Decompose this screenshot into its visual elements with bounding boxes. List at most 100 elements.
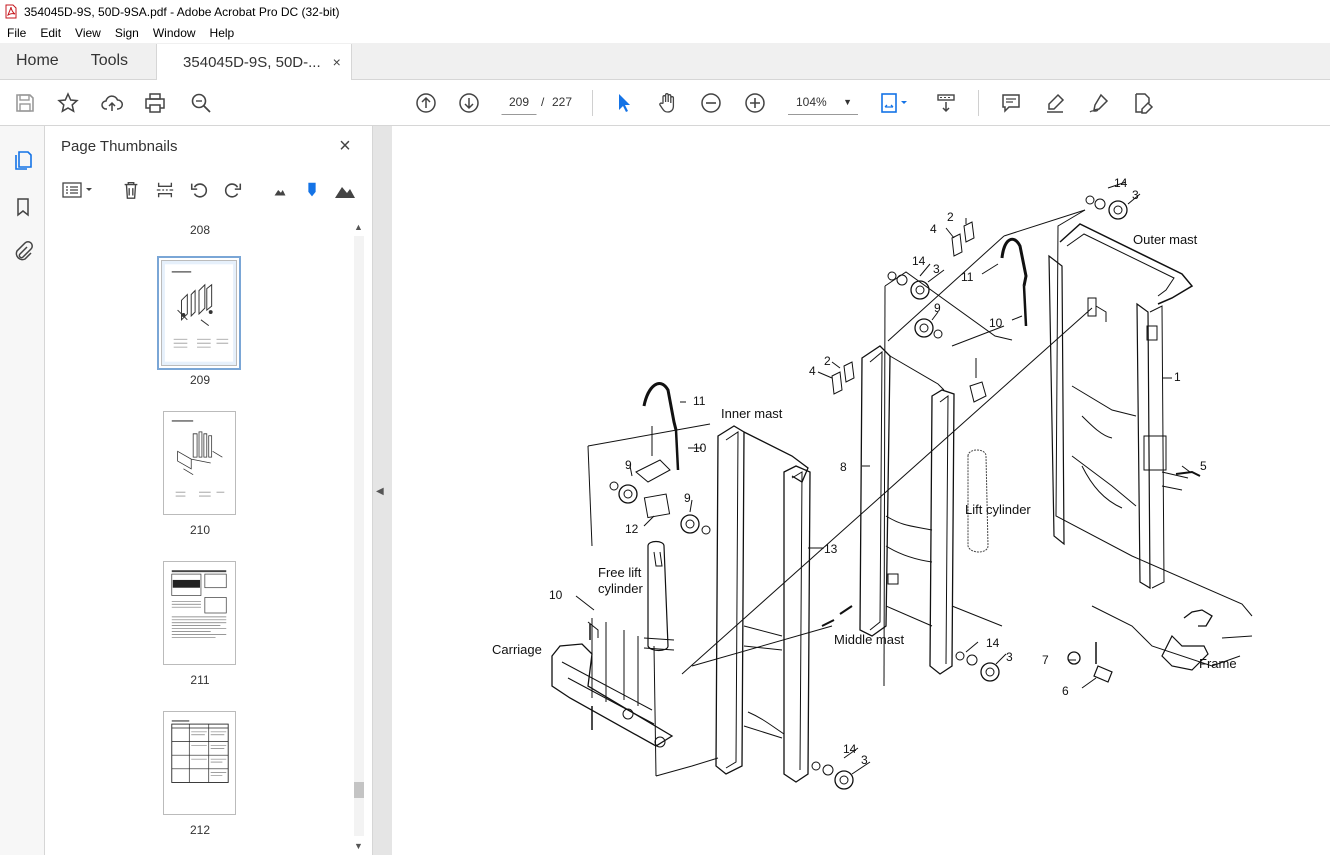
page-thumbnail-209[interactable]	[157, 256, 241, 370]
callout-number: 1	[1174, 370, 1181, 384]
thumbnail-options-icon[interactable]	[61, 178, 95, 202]
pdf-file-icon	[5, 4, 17, 19]
menu-file[interactable]: File	[0, 26, 33, 40]
callout-number: 10	[989, 316, 1003, 330]
search-zoom-icon[interactable]	[188, 90, 214, 116]
rotate-right-icon[interactable]	[221, 178, 245, 202]
thumbnail-preview	[171, 720, 229, 783]
zoom-level-select[interactable]: 104% ▼	[788, 90, 858, 115]
acrobat-window: 354045D-9S, 50D-9SA.pdf - Adobe Acrobat …	[0, 0, 1330, 855]
thumbnail-label: 208	[189, 223, 211, 237]
menu-view[interactable]: View	[68, 26, 108, 40]
thumbnail-preview	[164, 264, 234, 362]
scrollbar-track[interactable]	[354, 236, 364, 836]
callout-number: 3	[861, 753, 868, 767]
menu-window[interactable]: Window	[146, 26, 203, 40]
close-icon[interactable]: ×	[334, 135, 356, 157]
callout-number: 11	[961, 270, 974, 284]
star-bookmark-icon[interactable]	[55, 90, 81, 116]
next-page-icon[interactable]	[456, 90, 482, 116]
callout-number: 14	[912, 254, 926, 268]
page-fit-icon[interactable]	[877, 90, 911, 116]
previous-page-icon[interactable]	[413, 90, 439, 116]
thumbnail-zoom-marker-icon[interactable]	[300, 178, 324, 202]
label-carriage: Carriage	[492, 642, 542, 657]
label-inner-mast: Inner mast	[721, 406, 783, 421]
callout-number: 9	[625, 458, 632, 472]
select-cursor-icon[interactable]	[611, 90, 637, 116]
scroll-mode-icon[interactable]	[933, 90, 959, 116]
page-thumbnails-panel: Page Thumbnails × 208 209 210 211 212 ▲ …	[45, 126, 373, 855]
thumbnail-scrollbar[interactable]: ▲ ▼	[351, 220, 366, 855]
zoom-in-icon[interactable]	[742, 90, 768, 116]
highlight-pen-icon[interactable]	[1042, 90, 1068, 116]
toolbar-divider	[978, 90, 979, 116]
callout-number: 13	[824, 542, 838, 556]
label-outer-mast: Outer mast	[1133, 232, 1198, 247]
tab-row: Home Tools 354045D-9S, 50D-... ×	[0, 43, 1330, 80]
menu-bar: File Edit View Sign Window Help	[0, 23, 1330, 43]
callout-number: 9	[934, 301, 941, 315]
zoom-level-value: 104%	[796, 95, 827, 109]
thumbnail-toolbar	[45, 176, 373, 204]
page-thumbnail-210[interactable]	[163, 411, 236, 515]
bookmark-icon[interactable]	[10, 194, 36, 220]
callout-number: 4	[809, 364, 816, 378]
tab-document[interactable]: 354045D-9S, 50D-... ×	[156, 44, 352, 80]
page-number-input[interactable]: 209	[501, 90, 537, 115]
pdf-page: Outer mast Inner mast Middle mast Lift c…	[392, 126, 1330, 855]
draw-sign-icon[interactable]	[1086, 90, 1112, 116]
trash-icon[interactable]	[119, 178, 143, 202]
thumbnail-label: 212	[189, 823, 211, 837]
scroll-down-icon[interactable]: ▼	[354, 841, 363, 851]
menu-sign[interactable]: Sign	[108, 26, 146, 40]
callout-number: 12	[625, 522, 639, 536]
scroll-up-icon[interactable]: ▲	[354, 222, 363, 232]
document-view[interactable]: Outer mast Inner mast Middle mast Lift c…	[373, 126, 1330, 855]
scrollbar-thumb[interactable]	[354, 782, 364, 798]
thumbnail-small-icon[interactable]	[268, 178, 292, 202]
upload-cloud-icon[interactable]	[99, 90, 125, 116]
page-thumbnail-212[interactable]	[163, 711, 236, 815]
title-bar: 354045D-9S, 50D-9SA.pdf - Adobe Acrobat …	[0, 0, 1330, 23]
comment-icon[interactable]	[998, 90, 1024, 116]
tab-home[interactable]: Home	[0, 43, 75, 79]
attachment-paperclip-icon[interactable]	[10, 238, 36, 264]
label-free-lift-cylinder-line2: cylinder	[598, 581, 643, 596]
save-icon[interactable]	[12, 90, 38, 116]
callout-number: 11	[693, 394, 706, 408]
tab-close-icon[interactable]: ×	[333, 54, 341, 70]
menu-help[interactable]: Help	[203, 26, 242, 40]
hand-tool-icon[interactable]	[655, 90, 681, 116]
callout-number: 14	[986, 636, 1000, 650]
callout-number: 8	[840, 460, 847, 474]
page-total: 227	[552, 95, 573, 109]
callout-number: 4	[930, 222, 937, 236]
chevron-down-icon: ▼	[843, 97, 852, 107]
callout-number: 10	[549, 588, 563, 602]
menu-edit[interactable]: Edit	[33, 26, 68, 40]
callout-number: 3	[933, 262, 940, 276]
insert-page-icon[interactable]	[153, 178, 177, 202]
callout-number: 9	[684, 491, 691, 505]
tab-tools[interactable]: Tools	[75, 43, 144, 79]
thumbnail-preview	[171, 420, 225, 497]
callout-number: 6	[1062, 684, 1069, 698]
thumbnail-large-icon[interactable]	[333, 178, 357, 202]
page-thumbnails-icon[interactable]	[10, 146, 36, 172]
print-icon[interactable]	[142, 90, 168, 116]
thumbnail-label: 211	[190, 673, 210, 687]
panel-title: Page Thumbnails	[61, 138, 178, 155]
zoom-out-icon[interactable]	[698, 90, 724, 116]
thumbnail-label: 210	[189, 523, 211, 537]
panel-collapse-icon[interactable]: ◀	[376, 486, 386, 500]
page-thumbnail-211[interactable]	[163, 561, 236, 665]
main-toolbar: 209 / 227 104% ▼	[0, 80, 1330, 126]
edit-pdf-icon[interactable]	[1130, 90, 1156, 116]
window-title: 354045D-9S, 50D-9SA.pdf - Adobe Acrobat …	[24, 4, 340, 19]
rotate-left-icon[interactable]	[187, 178, 211, 202]
label-frame: Frame	[1199, 656, 1237, 671]
page-separator: /	[541, 95, 545, 109]
toolbar-divider	[592, 90, 593, 116]
callout-number: 3	[1132, 188, 1139, 202]
